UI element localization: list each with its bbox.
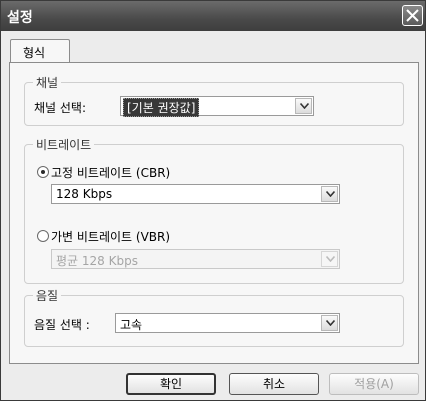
bitrate-group: 비트레이트 고정 비트레이트 (CBR) 128 Kbps 가변 비트레이트 (… — [24, 136, 404, 284]
chevron-down-icon — [326, 256, 335, 262]
vbr-bitrate-select: 평균 128 Kbps — [51, 249, 340, 269]
cbr-label[interactable]: 고정 비트레이트 (CBR) — [51, 164, 170, 181]
close-icon — [406, 9, 419, 22]
cbr-bitrate-value: 128 Kbps — [56, 187, 113, 201]
vbr-label[interactable]: 가변 비트레이트 (VBR) — [51, 228, 170, 245]
channel-select-value: [기본 권장값] — [123, 98, 200, 117]
cancel-button[interactable]: 취소 — [229, 373, 319, 395]
quality-select-value: 고속 — [120, 318, 143, 332]
channel-group-legend: 채널 — [33, 74, 62, 91]
bitrate-group-legend: 비트레이트 — [33, 136, 95, 153]
quality-group: 음질 음질 선택 : 고속 — [24, 287, 404, 347]
vbr-radio[interactable] — [37, 230, 49, 242]
channel-select[interactable]: [기본 권장값] — [120, 96, 314, 117]
channel-group: 채널 채널 선택: [기본 권장값] — [24, 74, 404, 126]
cbr-bitrate-select[interactable]: 128 Kbps — [51, 184, 340, 204]
channel-dropdown-button[interactable] — [295, 98, 312, 114]
cbr-dropdown-button[interactable] — [321, 186, 338, 202]
tab-format[interactable]: 형식 — [10, 39, 70, 63]
cbr-radio[interactable] — [37, 166, 49, 178]
chevron-down-icon — [300, 103, 309, 109]
chevron-down-icon — [326, 320, 335, 326]
ok-button[interactable]: 확인 — [126, 373, 216, 395]
vbr-dropdown-button — [321, 251, 338, 267]
quality-dropdown-button[interactable] — [321, 315, 338, 331]
vbr-bitrate-value: 평균 128 Kbps — [56, 254, 138, 268]
radio-selected-dot — [41, 170, 45, 174]
window-title: 설정 — [7, 10, 33, 26]
quality-select-label: 음질 선택 : — [34, 318, 90, 332]
apply-button: 적용(A) — [329, 373, 419, 395]
quality-select[interactable]: 고속 — [115, 313, 340, 333]
settings-dialog: 설정 형식 채널 채널 선택: [기본 권장값] 비트레이트 고정 비트레이트 … — [0, 0, 426, 401]
channel-select-label: 채널 선택: — [34, 101, 87, 115]
close-button[interactable] — [402, 5, 423, 26]
title-bar[interactable]: 설정 — [1, 1, 425, 31]
quality-group-legend: 음질 — [33, 287, 62, 304]
tab-format-label: 형식 — [23, 46, 46, 60]
tab-panel-format: 채널 채널 선택: [기본 권장값] 비트레이트 고정 비트레이트 (CBR) … — [9, 62, 419, 364]
chevron-down-icon — [326, 191, 335, 197]
